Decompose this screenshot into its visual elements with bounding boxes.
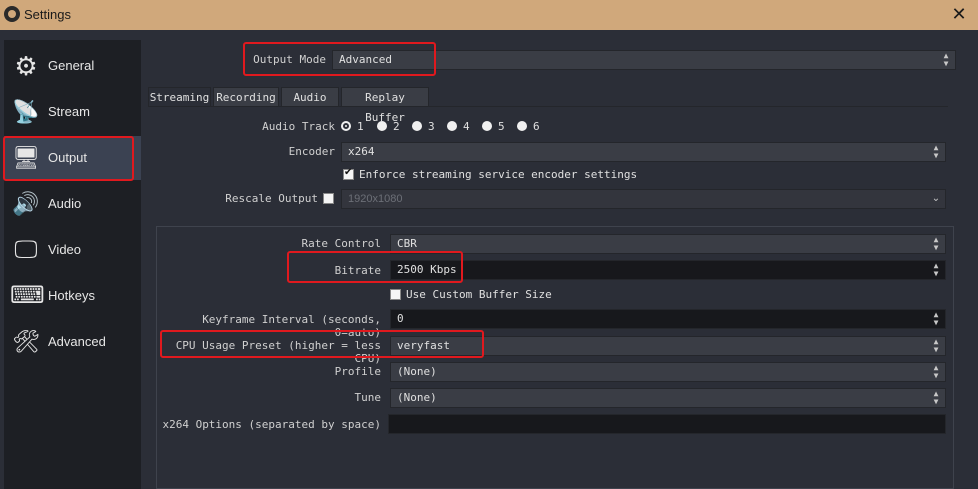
chevron-updown-icon: ▲ ▼ (943, 51, 949, 68)
speaker-icon: 🔊 (12, 191, 40, 216)
sidebar-item-video[interactable]: 🖵 Video (4, 228, 141, 272)
audio-track-radio-5[interactable] (482, 121, 492, 131)
sidebar-item-general[interactable]: ⚙ General (4, 44, 141, 88)
sidebar-item-stream[interactable]: 📡 Stream (4, 90, 141, 134)
sidebar-item-label: Output (48, 150, 88, 165)
sidebar-item-output[interactable]: 🖥 Output (4, 136, 141, 180)
audio-track-radio-1[interactable] (341, 121, 351, 131)
tools-icon: 🛠 (12, 329, 40, 354)
encoder-value: x264 (348, 145, 375, 158)
custom-buffer-checkbox[interactable] (390, 289, 401, 300)
bitrate-value: 2500 Kbps (397, 263, 457, 276)
output-mode-label: Output Mode (253, 53, 326, 66)
audio-track-radio-label: 2 (393, 120, 400, 133)
window-titlebar: Settings ✕ (0, 0, 978, 30)
rate-control-value: CBR (397, 237, 417, 250)
keyboard-icon: ⌨ (10, 282, 45, 309)
rescale-output-select: 1920x1080 ⌄ (341, 189, 946, 209)
keyframe-interval-spinbox[interactable]: 0 ▲ ▼ (390, 309, 946, 329)
rescale-output-label: Rescale Output (225, 192, 318, 205)
audio-track-radio-2[interactable] (377, 121, 387, 131)
sidebar-item-advanced[interactable]: 🛠 Advanced (4, 320, 141, 364)
chevron-updown-icon: ▲ ▼ (933, 389, 939, 406)
tune-value: (None) (397, 391, 437, 404)
sidebar-item-label: Hotkeys (48, 288, 95, 303)
gear-icon: ⚙ (14, 51, 38, 81)
keyframe-interval-label: Keyframe Interval (seconds, 0=auto) (202, 313, 381, 339)
encoder-label: Encoder (288, 145, 335, 158)
bitrate-spinbox[interactable]: 2500 Kbps ▲ ▼ (390, 260, 946, 280)
cpu-preset-label: CPU Usage Preset (higher = less CPU) (175, 339, 381, 365)
bitrate-label: Bitrate (334, 264, 381, 277)
encoder-select[interactable]: x264 ▲ ▼ (341, 142, 946, 162)
audio-track-radio-4[interactable] (447, 121, 457, 131)
tab-replay-buffer[interactable]: Replay Buffer (341, 87, 429, 124)
keyframe-interval-value: 0 (397, 312, 404, 325)
audio-track-radio-6[interactable] (517, 121, 527, 131)
output-monitor-icon: 🖥 (12, 145, 40, 170)
obs-logo-icon (4, 6, 20, 22)
rescale-output-value: 1920x1080 (348, 193, 403, 205)
cpu-preset-select[interactable]: veryfast ▲ ▼ (390, 336, 946, 356)
monitor-icon: 🖵 (14, 236, 38, 263)
x264-options-label: x264 Options (separated by space) (162, 418, 381, 431)
audio-track-label: Audio Track (262, 120, 335, 133)
spin-arrows-icon[interactable]: ▲ ▼ (929, 262, 943, 278)
chevron-down-icon: ⌄ (931, 193, 941, 204)
profile-label: Profile (334, 365, 381, 378)
rate-control-label: Rate Control (301, 237, 381, 250)
audio-track-radio-label: 3 (428, 120, 435, 133)
audio-track-radio-label: 1 (357, 120, 364, 133)
spin-arrows-icon[interactable]: ▲ ▼ (929, 311, 943, 327)
enforce-settings-label: Enforce streaming service encoder settin… (359, 168, 638, 181)
window-title: Settings (24, 7, 71, 22)
audio-track-radio-3[interactable] (412, 121, 422, 131)
close-icon[interactable]: ✕ (948, 3, 970, 25)
sidebar-item-audio[interactable]: 🔊 Audio (4, 182, 141, 226)
tab-pane-border (148, 106, 948, 107)
sidebar-item-label: Advanced (48, 334, 106, 349)
sidebar-item-hotkeys[interactable]: ⌨ Hotkeys (4, 274, 141, 318)
profile-select[interactable]: (None) ▲ ▼ (390, 362, 946, 382)
rate-control-select[interactable]: CBR ▲ ▼ (390, 234, 946, 254)
sidebar-item-label: Audio (48, 196, 82, 211)
chevron-updown-icon: ▲ ▼ (933, 337, 939, 354)
cpu-preset-value: veryfast (397, 339, 450, 352)
sidebar-item-label: Stream (48, 104, 90, 119)
chevron-updown-icon: ▲ ▼ (933, 363, 939, 380)
enforce-settings-checkbox[interactable] (343, 167, 354, 180)
tune-label: Tune (354, 391, 382, 404)
x264-options-input[interactable] (388, 414, 946, 434)
sidebar-item-label: Video (48, 242, 82, 257)
audio-track-radio-label: 5 (498, 120, 505, 133)
tab-audio[interactable]: Audio (281, 87, 339, 107)
chevron-updown-icon: ▲ ▼ (933, 235, 939, 252)
profile-value: (None) (397, 365, 437, 378)
rescale-output-checkbox[interactable] (323, 193, 334, 204)
settings-sidebar: ⚙ General 📡 Stream 🖥 Output 🔊 Audio 🖵 Vi… (4, 40, 141, 489)
antenna-icon: 📡 (12, 99, 40, 124)
audio-track-radio-label: 6 (533, 120, 540, 133)
tune-select[interactable]: (None) ▲ ▼ (390, 388, 946, 408)
chevron-updown-icon: ▲ ▼ (933, 143, 939, 160)
sidebar-item-label: General (48, 58, 95, 73)
custom-buffer-label: Use Custom Buffer Size (406, 288, 552, 301)
output-mode-value: Advanced (339, 53, 392, 66)
audio-track-radio-label: 4 (463, 120, 470, 133)
output-mode-select[interactable]: Advanced ▲ ▼ (332, 50, 956, 70)
tab-streaming[interactable]: Streaming (148, 87, 211, 107)
tab-recording[interactable]: Recording (213, 87, 279, 107)
